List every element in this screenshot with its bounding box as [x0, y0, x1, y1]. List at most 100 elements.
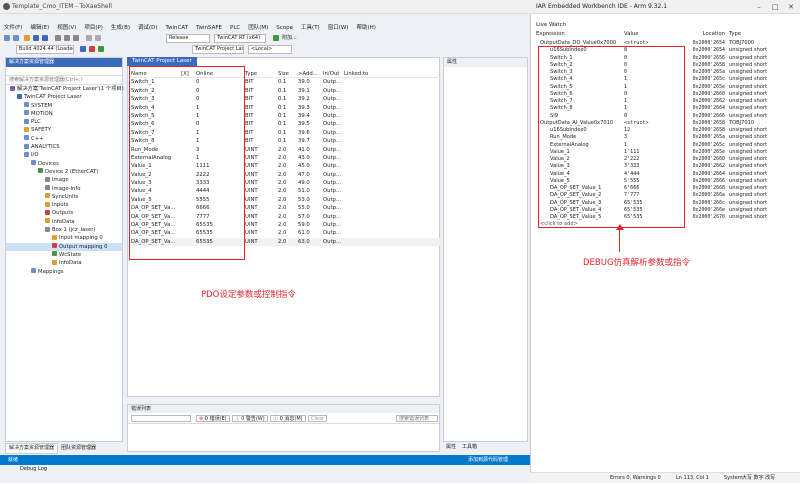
menu-item[interactable]: 帮助(H)	[352, 23, 379, 33]
watch-cell: unsigned short	[729, 177, 768, 184]
menu-item[interactable]: 调试(D)	[134, 23, 162, 33]
menu-item[interactable]: 项目(P)	[80, 23, 107, 33]
tree-node[interactable]: InfoData	[6, 218, 122, 226]
debug-log-tab[interactable]: Debug Log	[20, 465, 47, 473]
redo-icon[interactable]	[95, 35, 101, 41]
warnings-filter-button[interactable]: ⚠ 0 警告(W)	[232, 415, 268, 422]
close-tab-icon[interactable]: ✕	[199, 59, 204, 66]
table-cell: 59.0	[298, 222, 310, 229]
tab-solution-explorer[interactable]: 解决方案资源管理器	[5, 443, 59, 454]
back-icon[interactable]	[4, 35, 10, 41]
solution-tree: 解决方案'TwinCAT Project Laser'(1 个项目) TwinCA…	[6, 85, 124, 276]
tree-node[interactable]: SYSTEM	[6, 102, 122, 110]
watch-cell: unsigned short	[729, 192, 768, 199]
column-header[interactable]: In/Out	[323, 70, 344, 77]
error-search-input[interactable]: 搜索错误列表	[396, 415, 438, 422]
menu-item[interactable]: 编辑(E)	[26, 23, 53, 33]
column-type[interactable]: Type	[729, 31, 789, 38]
column-location[interactable]: Location	[688, 31, 729, 38]
attach-button[interactable]: 附加...	[282, 34, 297, 43]
tree-node[interactable]: Mappings	[6, 268, 122, 276]
source-control-button[interactable]: 添加到源代码管理	[468, 455, 508, 465]
tree-node[interactable]: 解决方案'TwinCAT Project Laser'(1 个项目)	[6, 85, 124, 93]
watch-cell: 0x2000'2664	[692, 105, 725, 112]
clear-button[interactable]: Clear	[308, 415, 328, 422]
messages-filter-button[interactable]: ⓘ 0 消息(M)	[270, 415, 306, 422]
menu-item[interactable]: 生成(B)	[107, 23, 134, 33]
tree-node[interactable]: Input mapping 0	[6, 234, 122, 242]
tree-node[interactable]: TwinCAT Project Laser	[6, 93, 122, 101]
tree-node[interactable]: Device 2 (EtherCAT)	[6, 168, 122, 176]
cut-icon[interactable]	[55, 35, 61, 41]
column-value[interactable]: Value	[624, 31, 688, 38]
column-header[interactable]: Linked to	[344, 70, 384, 77]
open-icon[interactable]	[24, 35, 30, 41]
platform-select[interactable]: TwinCAT RT (x64)	[214, 34, 266, 43]
errors-filter-button[interactable]: ⊗ 0 错误(E)	[196, 415, 230, 422]
configuration-select[interactable]: Release	[166, 34, 210, 43]
target-select[interactable]: <Local>	[248, 45, 292, 54]
build-select[interactable]: Build 4024.44 (Loaded	[16, 45, 74, 54]
tree-node[interactable]: InfoData	[6, 259, 122, 267]
tab-toolbox[interactable]: 工具箱	[459, 443, 480, 452]
menu-item[interactable]: 文件(F)	[0, 23, 26, 33]
tree-node[interactable]: WcState	[6, 251, 122, 259]
table-cell: BIT	[245, 87, 254, 94]
tab-twincat-project[interactable]: TwinCAT Project Laser	[127, 57, 197, 66]
tree-node[interactable]: MOTION	[6, 110, 122, 118]
tree-node-label: Mappings	[38, 268, 64, 275]
save-icon[interactable]	[33, 35, 39, 41]
menu-item[interactable]: 团队(M)	[244, 23, 272, 33]
run-mode-icon[interactable]	[89, 46, 95, 52]
config-mode-icon[interactable]	[98, 46, 104, 52]
tree-node[interactable]: Box 1 (jcz_laser)	[6, 226, 122, 234]
menu-item[interactable]: Scope	[272, 23, 297, 33]
tab-properties[interactable]: 属性	[443, 443, 459, 452]
tree-node-icon	[45, 176, 50, 182]
copy-icon[interactable]	[64, 35, 70, 41]
tree-node[interactable]: Inputs	[6, 201, 122, 209]
menu-item[interactable]: TwinSAFE	[192, 23, 226, 33]
column-header[interactable]: Type	[245, 70, 278, 77]
menu-item[interactable]: TwinCAT	[162, 23, 193, 33]
watch-cell	[729, 221, 789, 228]
save-all-icon[interactable]	[42, 35, 48, 41]
table-cell: Outp...	[323, 121, 342, 128]
tree-node[interactable]: Output mapping 0	[6, 242, 122, 251]
close-icon[interactable]: ✕	[784, 2, 798, 12]
table-cell: Outp...	[323, 222, 342, 229]
project-select[interactable]: TwinCAT Project Laser	[192, 45, 244, 54]
tree-node[interactable]: Image	[6, 176, 122, 184]
menu-item[interactable]: 工具(T)	[297, 23, 324, 33]
error-scope-select[interactable]	[131, 415, 191, 422]
tree-node[interactable]: SyncUnits	[6, 193, 122, 201]
undo-icon[interactable]	[86, 35, 92, 41]
column-header[interactable]: >Add...	[298, 70, 323, 77]
tree-node[interactable]: Image-Info	[6, 185, 122, 193]
tree-node[interactable]: C++	[6, 135, 122, 143]
tree-node[interactable]: Devices	[6, 160, 122, 168]
attach-icon[interactable]	[273, 35, 279, 41]
tree-node-label: MOTION	[31, 110, 53, 117]
watch-cell: 0x2000'2666	[692, 177, 725, 184]
tree-node[interactable]: SAFETY	[6, 126, 122, 134]
paste-icon[interactable]	[73, 35, 79, 41]
tree-node[interactable]: Outputs	[6, 209, 122, 217]
tree-node[interactable]: I/O	[6, 151, 122, 159]
activate-icon[interactable]	[80, 46, 86, 52]
tab-team-explorer[interactable]: 团队资源管理器	[58, 444, 99, 453]
menu-item[interactable]: PLC	[226, 23, 244, 33]
column-header[interactable]: Size	[278, 70, 298, 77]
tree-node-label: PLC	[31, 119, 41, 126]
solution-search-input[interactable]: 搜索解决方案资源管理器(Ctrl+;)	[6, 76, 122, 85]
forward-icon[interactable]	[13, 35, 19, 41]
menu-item[interactable]: 视图(V)	[53, 23, 80, 33]
minimize-icon[interactable]: –	[752, 2, 766, 12]
tree-node[interactable]: ANALYTICS	[6, 143, 122, 151]
table-cell: 2.0	[278, 188, 287, 195]
watch-cell: unsigned short	[729, 61, 768, 68]
maximize-icon[interactable]: □	[768, 2, 782, 12]
menu-item[interactable]: 窗口(W)	[324, 23, 353, 33]
tree-node[interactable]: PLC	[6, 118, 122, 126]
column-expression[interactable]: Expression	[536, 31, 624, 38]
